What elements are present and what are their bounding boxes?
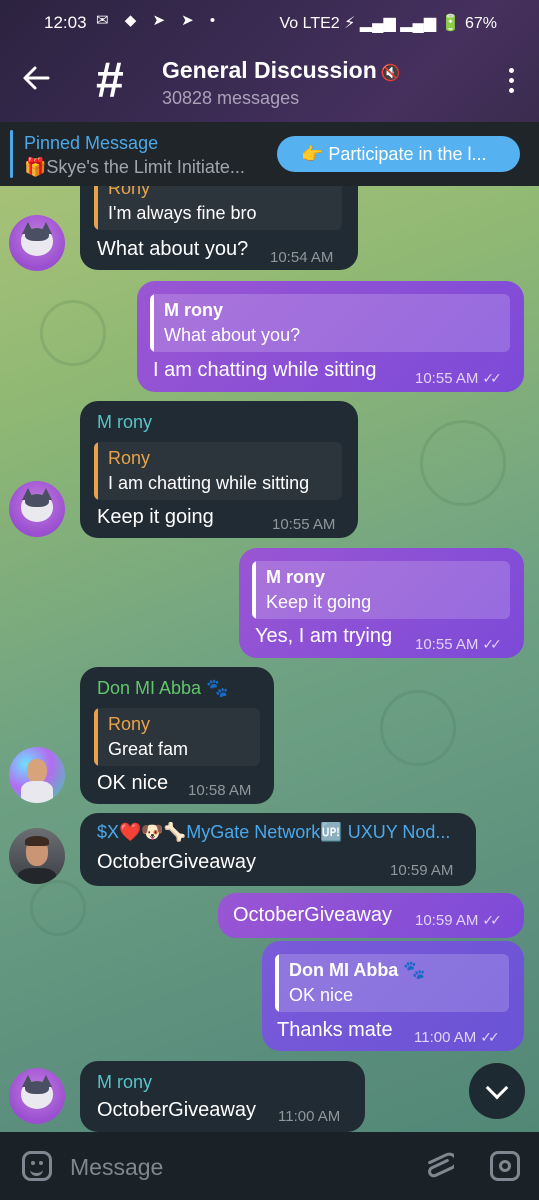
message-text: OctoberGiveaway — [97, 1099, 256, 1121]
pinned-label: Pinned Message — [24, 133, 159, 153]
reply-text: I am chatting while sitting — [108, 473, 310, 493]
system-status-icons: Vo LTE2 ⚡ ▂▄▆ ▂▄▆ 🔋 67% — [279, 15, 497, 32]
reply-accent-bar — [94, 442, 98, 500]
message-text: I am chatting while sitting — [153, 359, 377, 381]
pinned-text: 🎁Skye's the Limit Initiate... — [24, 157, 245, 177]
message-bubble[interactable]: Don MI Abba 🐾 OK nice Thanks mate 11:00 … — [262, 941, 524, 1051]
reply-sender: Don MI Abba 🐾 — [289, 960, 426, 980]
avatar[interactable] — [9, 747, 65, 803]
wallpaper-doodle — [40, 300, 106, 366]
message-bubble[interactable]: M rony Keep it going Yes, I am trying 10… — [239, 548, 524, 658]
message-bubble[interactable]: OctoberGiveaway 10:59 AM ✓✓ — [218, 893, 524, 938]
message-text: OK nice — [97, 772, 169, 794]
reply-sender: M rony — [266, 567, 326, 587]
reply-preview[interactable]: M rony What about you? — [150, 294, 510, 352]
message-time: 10:59 AM — [390, 862, 454, 879]
reply-accent-bar — [275, 954, 279, 1012]
reply-text: Great fam — [108, 739, 189, 759]
reply-sender: M rony — [164, 300, 224, 320]
message-text: Thanks mate — [277, 1019, 393, 1041]
message-count: 30828 messages — [162, 88, 300, 108]
reply-text: I'm always fine bro — [108, 203, 257, 223]
sender-name[interactable]: $X❤️🐶🦴MyGate Network🆙 UXUY Nod... — [97, 822, 465, 843]
reply-sender: Rony — [108, 448, 151, 468]
sender-name[interactable]: M rony — [97, 1072, 152, 1093]
wallpaper-doodle — [380, 690, 456, 766]
message-time: 10:55 AM ✓✓ — [415, 370, 502, 387]
top-bar: 12:03 ✉ ◆ ➤ ➤ • Vo LTE2 ⚡ ▂▄▆ ▂▄▆ 🔋 67% … — [0, 0, 539, 122]
emoji-icon[interactable] — [22, 1151, 52, 1181]
message-time: 11:00 AM — [278, 1108, 341, 1125]
chevron-down-icon — [485, 1076, 509, 1100]
participate-button[interactable]: 👉 Participate in the l... — [277, 136, 520, 172]
muted-speaker-icon: 🔇 — [380, 65, 401, 82]
read-ticks-icon: ✓✓ — [482, 636, 502, 652]
sender-name[interactable]: Don MI Abba 🐾 — [97, 678, 228, 699]
message-text: OctoberGiveaway — [233, 904, 392, 926]
avatar[interactable] — [9, 828, 65, 884]
reply-preview[interactable]: Rony I am chatting while sitting — [94, 442, 342, 500]
message-bubble[interactable]: $X❤️🐶🦴MyGate Network🆙 UXUY Nod... Octobe… — [80, 813, 476, 886]
reply-text: What about you? — [164, 325, 301, 345]
message-input[interactable] — [68, 1146, 412, 1188]
reply-text: OK nice — [289, 985, 354, 1005]
message-input-bar — [0, 1132, 539, 1200]
message-time: 10:54 AM — [270, 249, 334, 266]
more-options-icon[interactable] — [509, 68, 515, 98]
wallpaper-doodle — [30, 880, 86, 936]
message-time: 10:55 AM ✓✓ — [415, 636, 502, 653]
channel-hash-icon[interactable]: # — [96, 50, 124, 110]
message-text: Yes, I am trying — [255, 625, 393, 647]
status-bar: 12:03 ✉ ◆ ➤ ➤ • Vo LTE2 ⚡ ▂▄▆ ▂▄▆ 🔋 67% — [0, 0, 539, 44]
wallpaper-doodle — [420, 420, 506, 506]
reply-preview[interactable]: Don MI Abba 🐾 OK nice — [275, 954, 509, 1012]
reply-preview[interactable]: M rony Keep it going — [252, 561, 510, 619]
reply-sender: Rony — [108, 714, 151, 734]
avatar[interactable] — [9, 481, 65, 537]
back-arrow-icon[interactable] — [22, 64, 50, 98]
read-ticks-icon: ✓✓ — [480, 1029, 500, 1045]
chat-title-text: General Discussion — [162, 57, 377, 83]
sender-name[interactable]: M rony — [97, 412, 152, 433]
camera-icon[interactable] — [490, 1151, 520, 1181]
message-time: 11:00 AM ✓✓ — [414, 1029, 500, 1046]
chat-header: # General Discussion 🔇 30828 messages — [0, 44, 539, 122]
message-text: Keep it going — [97, 506, 214, 528]
pinned-accent-bar — [10, 130, 13, 178]
scroll-to-bottom-button[interactable] — [469, 1063, 525, 1119]
read-ticks-icon: ✓✓ — [482, 370, 502, 386]
avatar[interactable] — [9, 1068, 65, 1124]
reply-accent-bar — [150, 294, 154, 352]
reply-text: Keep it going — [266, 592, 372, 612]
reply-accent-bar — [252, 561, 256, 619]
clock: 12:03 — [44, 13, 87, 32]
reply-accent-bar — [94, 708, 98, 766]
message-bubble[interactable]: M rony What about you? I am chatting whi… — [137, 281, 524, 392]
reply-preview[interactable]: Rony Great fam — [94, 708, 260, 766]
notification-icons: ✉ ◆ ➤ ➤ • — [96, 12, 222, 29]
chat-title[interactable]: General Discussion 🔇 — [162, 57, 401, 84]
attach-paperclip-icon[interactable] — [424, 1148, 458, 1184]
message-time: 10:55 AM — [272, 516, 336, 533]
message-text: OctoberGiveaway — [97, 851, 256, 873]
message-bubble[interactable]: M rony OctoberGiveaway 11:00 AM — [80, 1061, 365, 1132]
message-time: 10:59 AM ✓✓ — [415, 912, 502, 929]
read-ticks-icon: ✓✓ — [482, 912, 502, 928]
message-bubble[interactable]: M rony Rony I am chatting while sitting … — [80, 401, 358, 538]
message-time: 10:58 AM — [188, 782, 252, 799]
message-bubble[interactable]: Don MI Abba 🐾 Rony Great fam OK nice 10:… — [80, 667, 274, 804]
message-text: What about you? — [97, 238, 249, 260]
avatar[interactable] — [9, 215, 65, 271]
